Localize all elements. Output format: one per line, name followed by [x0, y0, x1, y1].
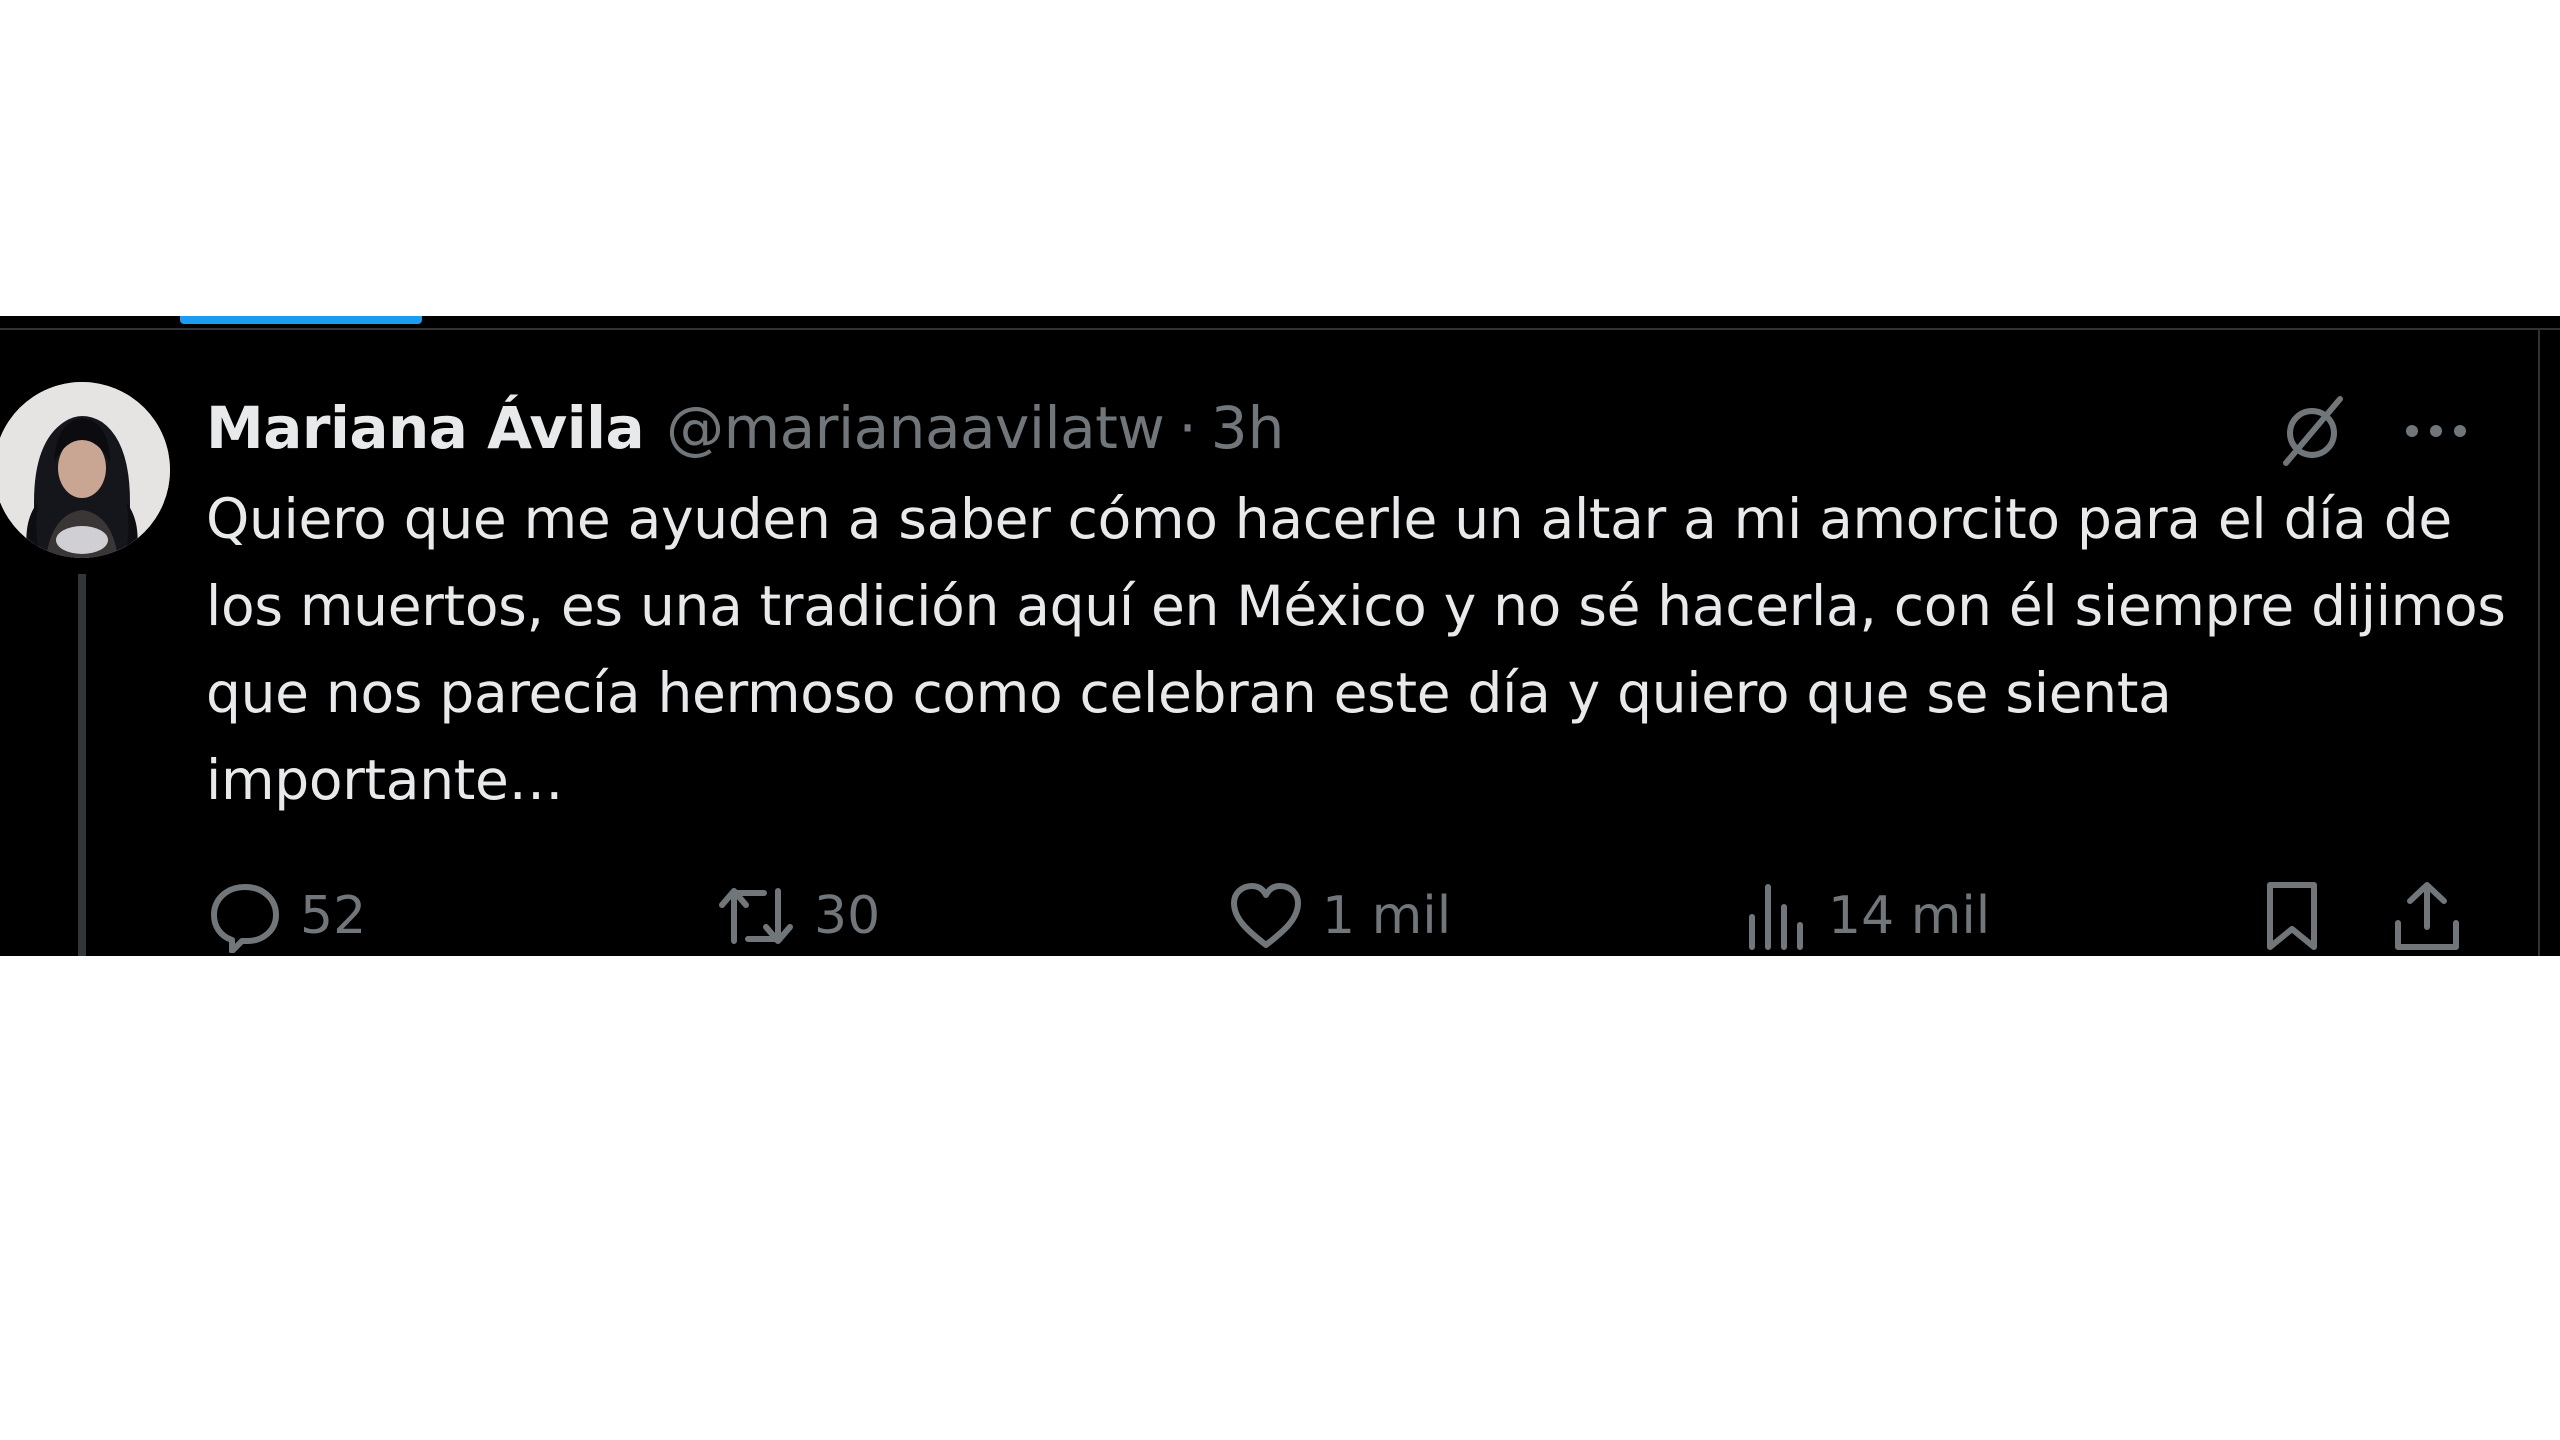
heart-icon [1231, 883, 1301, 948]
share-icon [2395, 882, 2459, 950]
views-button[interactable]: 14 mil [1746, 876, 1990, 956]
share-button[interactable] [2392, 876, 2462, 956]
bookmark-icon [2267, 882, 2317, 950]
display-name[interactable]: Mariana Ávila [206, 394, 645, 462]
column-border [2538, 328, 2540, 956]
like-count: 1 mil [1322, 886, 1452, 946]
reply-button[interactable]: 52 [208, 876, 366, 956]
tweet-text: Quiero que me ayuden a saber cómo hacerl… [206, 487, 2506, 812]
repost-button[interactable]: 30 [716, 876, 880, 956]
reply-icon [211, 884, 279, 953]
views-count: 14 mil [1828, 886, 1991, 946]
reply-count: 52 [300, 886, 367, 946]
avatar-photo-icon [0, 382, 170, 558]
like-button[interactable]: 1 mil [1228, 876, 1451, 956]
tweet-card[interactable]: Mariana Ávila @marianaavilatw · 3h Quier… [0, 316, 2560, 956]
active-tab-indicator [180, 316, 422, 324]
bookmark-button[interactable] [2262, 876, 2322, 956]
repost-count: 30 [814, 886, 881, 946]
avatar[interactable] [0, 382, 170, 558]
more-icon[interactable] [2404, 421, 2468, 441]
views-chart-icon [1749, 884, 1803, 950]
timestamp[interactable]: 3h [1211, 394, 1285, 462]
grok-icon[interactable] [2274, 393, 2350, 469]
screenshot-canvas: Mariana Ávila @marianaavilatw · 3h Quier… [0, 0, 2560, 1440]
divider [0, 328, 2560, 330]
user-handle[interactable]: @marianaavilatw [666, 394, 1165, 462]
separator-dot: · [1178, 394, 1197, 462]
tweet-header-actions [2274, 386, 2468, 476]
tweet-header: Mariana Ávila @marianaavilatw · 3h [206, 388, 1284, 468]
repost-icon [719, 888, 793, 944]
thread-line [78, 574, 86, 956]
